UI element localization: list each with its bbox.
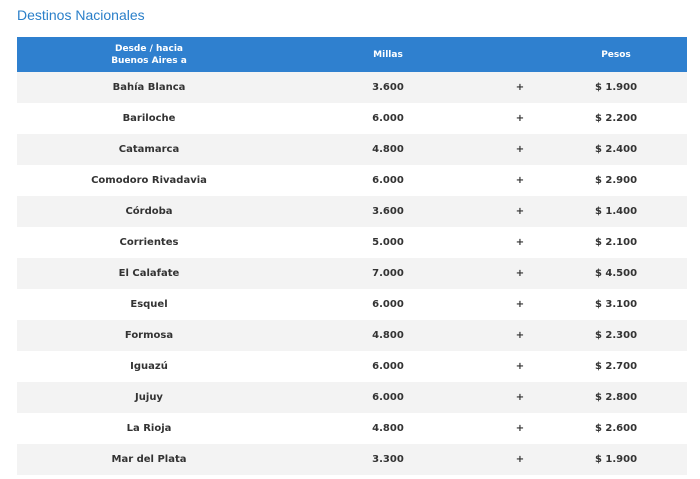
cell-pesos: $ 1.400	[545, 196, 687, 227]
cell-millas: 6.000	[281, 382, 495, 413]
cell-plus: +	[495, 320, 545, 351]
cell-pesos: $ 2.100	[545, 227, 687, 258]
table-row: Esquel 6.000 + $ 3.100	[17, 289, 687, 320]
header-destino: Desde / hacia Buenos Aires a	[17, 37, 281, 72]
table-row: Bahía Blanca 3.600 + $ 1.900	[17, 72, 687, 103]
header-destino-line1: Desde / hacia	[114, 43, 183, 54]
table-header-row: Desde / hacia Buenos Aires a Millas Peso…	[17, 37, 687, 72]
cell-plus: +	[495, 413, 545, 444]
cell-plus: +	[495, 289, 545, 320]
table-row: Mar del Plata 3.300 + $ 1.900	[17, 444, 687, 475]
cell-destino: Córdoba	[17, 196, 281, 227]
cell-millas: 5.000	[281, 227, 495, 258]
cell-millas: 6.000	[281, 351, 495, 382]
table-row: Comodoro Rivadavia 6.000 + $ 2.900	[17, 165, 687, 196]
table-row: Catamarca 4.800 + $ 2.400	[17, 134, 687, 165]
cell-plus: +	[495, 227, 545, 258]
destinations-table: Desde / hacia Buenos Aires a Millas Peso…	[17, 37, 687, 475]
cell-plus: +	[495, 351, 545, 382]
cell-destino: Iguazú	[17, 351, 281, 382]
cell-plus: +	[495, 103, 545, 134]
cell-pesos: $ 2.600	[545, 413, 687, 444]
cell-plus: +	[495, 165, 545, 196]
cell-pesos: $ 2.400	[545, 134, 687, 165]
cell-millas: 3.300	[281, 444, 495, 475]
table-row: Corrientes 5.000 + $ 2.100	[17, 227, 687, 258]
table-body: Bahía Blanca 3.600 + $ 1.900 Bariloche 6.000 +…	[17, 72, 687, 475]
cell-millas: 4.800	[281, 413, 495, 444]
cell-destino: Jujuy	[17, 382, 281, 413]
cell-pesos: $ 4.500	[545, 258, 687, 289]
cell-millas: 4.800	[281, 320, 495, 351]
table-row: Iguazú 6.000 + $ 2.700	[17, 351, 687, 382]
table-row: Formosa 4.800 + $ 2.300	[17, 320, 687, 351]
cell-pesos: $ 1.900	[545, 72, 687, 103]
cell-destino: Esquel	[17, 289, 281, 320]
cell-pesos: $ 2.200	[545, 103, 687, 134]
header-plus	[495, 37, 545, 72]
cell-millas: 6.000	[281, 289, 495, 320]
table-row: La Rioja 4.800 + $ 2.600	[17, 413, 687, 444]
cell-pesos: $ 3.100	[545, 289, 687, 320]
page-title: Destinos Nacionales	[17, 7, 145, 23]
cell-destino: Formosa	[17, 320, 281, 351]
cell-millas: 4.800	[281, 134, 495, 165]
header-millas: Millas	[281, 37, 495, 72]
cell-pesos: $ 2.300	[545, 320, 687, 351]
cell-millas: 3.600	[281, 72, 495, 103]
table-row: Jujuy 6.000 + $ 2.800	[17, 382, 687, 413]
cell-plus: +	[495, 134, 545, 165]
cell-destino: Catamarca	[17, 134, 281, 165]
cell-destino: La Rioja	[17, 413, 281, 444]
cell-destino: Comodoro Rivadavia	[17, 165, 281, 196]
cell-plus: +	[495, 382, 545, 413]
cell-millas: 7.000	[281, 258, 495, 289]
cell-millas: 3.600	[281, 196, 495, 227]
cell-pesos: $ 2.800	[545, 382, 687, 413]
table-row: Córdoba 3.600 + $ 1.400	[17, 196, 687, 227]
cell-plus: +	[495, 72, 545, 103]
header-pesos: Pesos	[545, 37, 687, 72]
header-destino-line2: Buenos Aires a	[111, 55, 187, 66]
cell-destino: Bahía Blanca	[17, 72, 281, 103]
cell-plus: +	[495, 258, 545, 289]
cell-destino: Bariloche	[17, 103, 281, 134]
cell-destino: El Calafate	[17, 258, 281, 289]
cell-plus: +	[495, 196, 545, 227]
table-row: Bariloche 6.000 + $ 2.200	[17, 103, 687, 134]
table-row: El Calafate 7.000 + $ 4.500	[17, 258, 687, 289]
cell-pesos: $ 2.700	[545, 351, 687, 382]
cell-pesos: $ 2.900	[545, 165, 687, 196]
cell-plus: +	[495, 444, 545, 475]
cell-destino: Corrientes	[17, 227, 281, 258]
cell-millas: 6.000	[281, 165, 495, 196]
cell-millas: 6.000	[281, 103, 495, 134]
cell-pesos: $ 1.900	[545, 444, 687, 475]
cell-destino: Mar del Plata	[17, 444, 281, 475]
